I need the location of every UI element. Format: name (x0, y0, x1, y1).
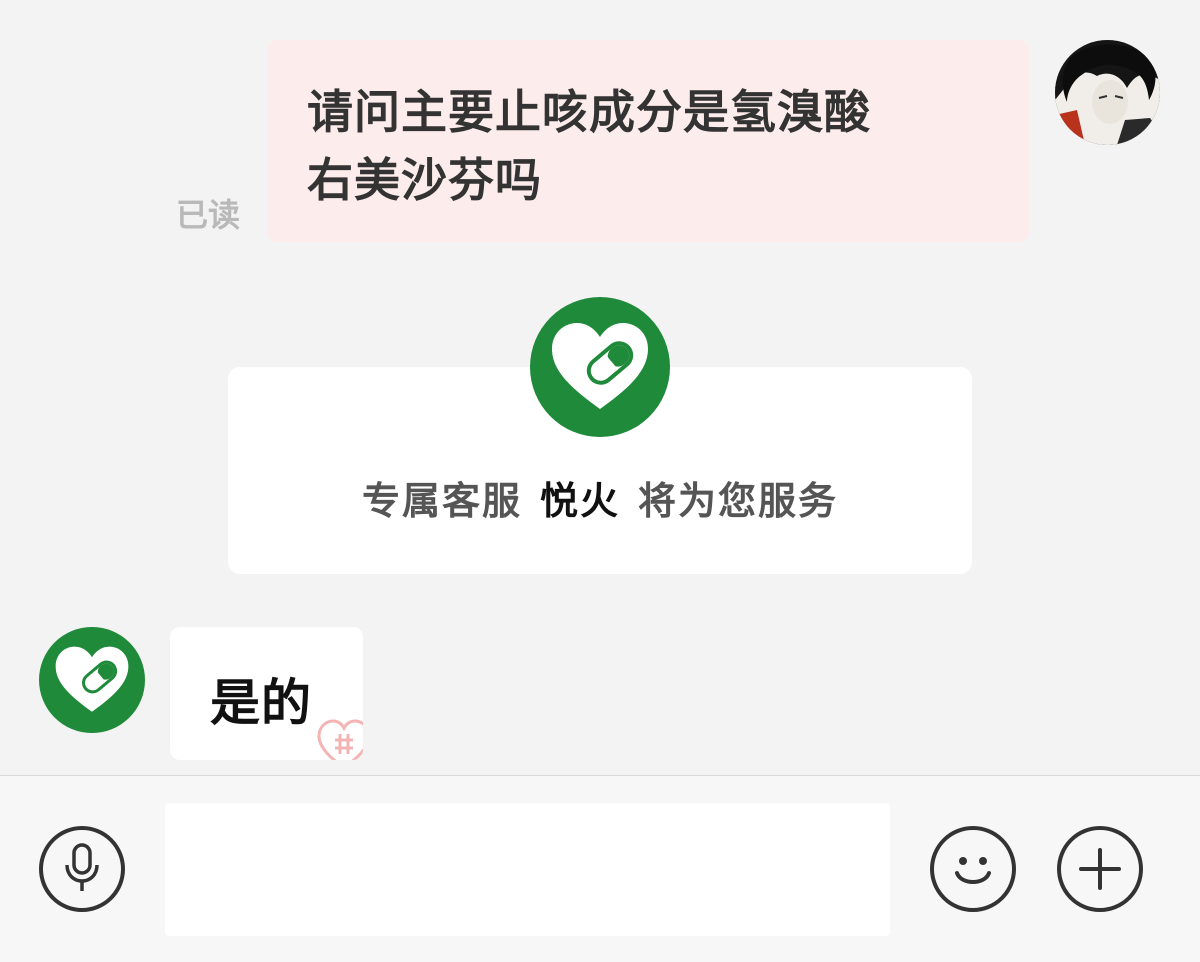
user-message-line-1: 请问主要止咳成分是氢溴酸 (307, 85, 871, 139)
message-input[interactable] (165, 803, 890, 936)
microphone-icon (65, 843, 99, 891)
service-card-text: 专属客服 悦火 将为您服务 (228, 470, 972, 525)
smiley-icon (955, 857, 991, 884)
user-message-bubble[interactable]: 请问主要止咳成分是氢溴酸 右美沙芬吗 (267, 40, 1029, 242)
watermark-stamp-icon (317, 719, 363, 760)
voice-button[interactable] (39, 826, 125, 912)
more-button[interactable] (1057, 826, 1143, 912)
plus-icon (1079, 848, 1121, 890)
agent-avatar[interactable] (39, 627, 145, 733)
input-bar (0, 775, 1200, 962)
pharmacy-logo-icon (39, 627, 145, 733)
service-card-prefix: 专属客服 (361, 479, 522, 523)
agent-message-text: 是的 (210, 674, 312, 732)
service-agent-name: 悦火 (539, 479, 620, 523)
user-avatar[interactable] (1055, 40, 1160, 145)
user-message-line-2: 右美沙芬吗 (307, 153, 542, 207)
pharmacy-logo-icon (530, 297, 670, 437)
user-avatar-image (1055, 40, 1160, 145)
agent-message-bubble[interactable]: 是的 (170, 627, 363, 760)
emoji-button[interactable] (930, 826, 1016, 912)
read-status: 已读 (176, 196, 241, 234)
service-card-suffix: 将为您服务 (638, 479, 839, 523)
